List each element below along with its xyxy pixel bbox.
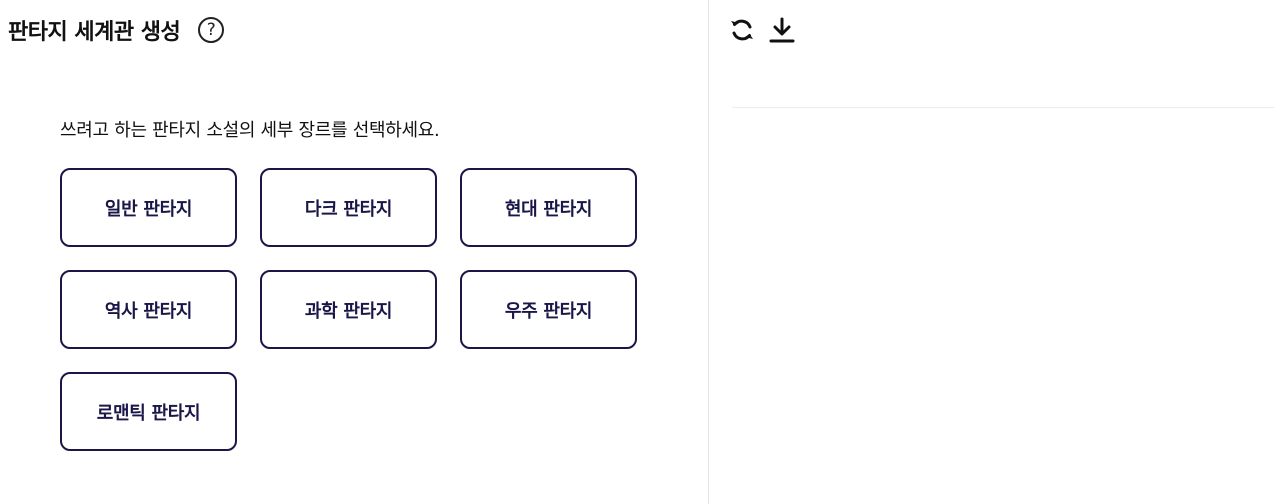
genre-button-modern-fantasy[interactable]: 현대 판타지: [460, 168, 637, 247]
genre-button-historical-fantasy[interactable]: 역사 판타지: [60, 270, 237, 349]
genre-button-grid: 일반 판타지 다크 판타지 현대 판타지 역사 판타지 과학 판타지 우주 판타…: [60, 168, 637, 451]
question-mark-icon: ?: [206, 20, 216, 40]
genre-button-general-fantasy[interactable]: 일반 판타지: [60, 168, 237, 247]
app-root: 판타지 세계관 생성 ? 쓰려고 하는 판타지 소설의 세부 장르를 선택하세요…: [0, 0, 1280, 504]
output-toolbar: [726, 14, 798, 46]
genre-button-space-fantasy[interactable]: 우주 판타지: [460, 270, 637, 349]
genre-button-science-fantasy[interactable]: 과학 판타지: [260, 270, 437, 349]
download-button[interactable]: [766, 14, 798, 46]
output-panel: [710, 0, 1280, 504]
genre-prompt: 쓰려고 하는 판타지 소설의 세부 장르를 선택하세요.: [60, 120, 440, 141]
title-row: 판타지 세계관 생성 ?: [8, 12, 225, 48]
page-title: 판타지 세계관 생성: [8, 20, 181, 45]
download-icon: [769, 17, 795, 43]
refresh-icon: [731, 19, 753, 41]
refresh-button[interactable]: [726, 14, 758, 46]
genre-selection-panel: 판타지 세계관 생성 ? 쓰려고 하는 판타지 소설의 세부 장르를 선택하세요…: [0, 0, 709, 504]
genre-button-romantic-fantasy[interactable]: 로맨틱 판타지: [60, 372, 237, 451]
toolbar-divider: [732, 107, 1274, 108]
genre-button-dark-fantasy[interactable]: 다크 판타지: [260, 168, 437, 247]
help-button[interactable]: ?: [198, 17, 225, 43]
